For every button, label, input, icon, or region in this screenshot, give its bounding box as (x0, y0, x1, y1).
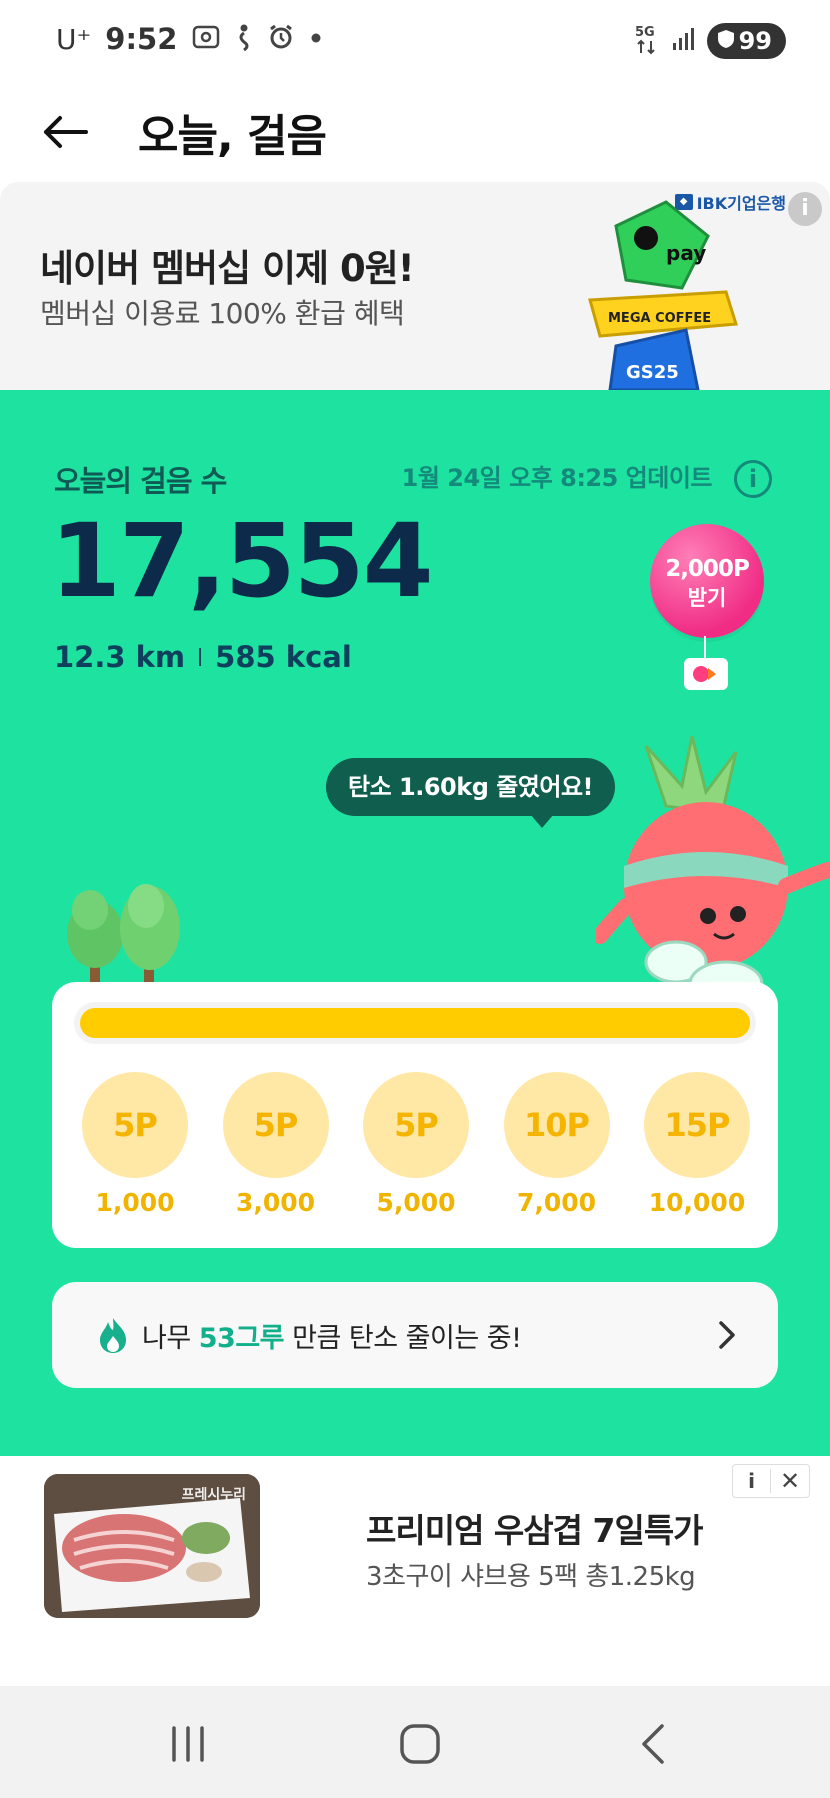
notification-dot-icon (309, 30, 323, 49)
milestone-steps: 7,000 (516, 1188, 597, 1217)
tree-text-suffix: 만큼 탄소 줄이는 중! (284, 1323, 522, 1354)
fire-icon (100, 1318, 126, 1353)
milestone-steps: 3,000 (235, 1188, 316, 1217)
svg-text:GS25: GS25 (626, 362, 679, 383)
chevron-right-icon (719, 1321, 735, 1349)
progress-card: 5P 1,000 5P 3,000 5P 5,000 10P 7,000 15P 10,000 (52, 982, 778, 1248)
battery-indicator: 99 (706, 23, 786, 59)
balloon-tag-icon (684, 658, 728, 690)
ad-thumb-label: 프레시누리 (181, 1487, 246, 1503)
milestone-points: 5P (363, 1072, 469, 1178)
info-icon[interactable]: i (734, 460, 772, 498)
milestone-item[interactable]: 10P 7,000 (498, 1072, 616, 1217)
svg-text:pay: pay (666, 241, 706, 265)
status-right: 5G 99 (633, 22, 786, 60)
back-button[interactable] (36, 102, 96, 162)
reward-action: 받기 (687, 586, 727, 610)
radish-character-illustration (596, 736, 830, 1008)
ad-close-button[interactable]: ✕ (771, 1467, 809, 1495)
tree-impact-row[interactable]: 나무 53그루 만큼 탄소 줄이는 중! (52, 1282, 778, 1388)
calories-value: 585 kcal (215, 640, 352, 674)
milestone-item[interactable]: 5P 5,000 (357, 1072, 475, 1217)
tree-count: 53그루 (198, 1323, 285, 1354)
milestone-points: 15P (644, 1072, 750, 1178)
page-title: 오늘, 걸음 (138, 111, 327, 162)
status-time: 9:52 (105, 22, 178, 56)
accessibility-icon (235, 23, 253, 55)
app-header: 오늘, 걸음 (0, 82, 830, 182)
ad-info-button[interactable]: i (733, 1469, 771, 1493)
steps-section: 오늘의 걸음 수 1월 24일 오후 8:25 업데이트 i 17,554 12… (0, 390, 830, 1456)
ad-title: 프리미엄 우삼겹 7일특가 (366, 1511, 704, 1550)
bubble-tail (530, 814, 554, 828)
signal-icon (671, 26, 697, 56)
ad-controls: i ✕ (732, 1464, 810, 1498)
ad-thumbnail: 프레시누리 (44, 1474, 260, 1618)
home-button[interactable] (390, 1716, 450, 1772)
milestone-item[interactable]: 5P 3,000 (217, 1072, 335, 1217)
distance-value: 12.3 km (54, 640, 186, 674)
carbon-message-bubble: 탄소 1.60kg 줄였어요! (326, 758, 615, 816)
battery-shield-icon (717, 27, 735, 55)
recent-apps-button[interactable] (158, 1716, 218, 1772)
chevron-left-icon (642, 1724, 664, 1764)
screenshot-icon (191, 24, 221, 54)
alarm-icon (267, 23, 295, 55)
carrier-label: U⁺ (56, 22, 92, 56)
milestone-steps: 1,000 (95, 1188, 175, 1217)
milestone-steps: 10,000 (648, 1188, 746, 1217)
ad-banner[interactable]: 프레시누리 프리미엄 우삼겹 7일특가 3초구이 샤브용 5팩 총1.25kg … (0, 1456, 830, 1686)
svg-text:5G: 5G (635, 25, 655, 40)
network-5g-icon: 5G (633, 22, 661, 60)
tree-text-prefix: 나무 (142, 1323, 199, 1354)
battery-level: 99 (738, 27, 772, 55)
milestone-points: 5P (82, 1072, 188, 1178)
milestone-item[interactable]: 15P 10,000 (638, 1072, 756, 1217)
status-bar: U⁺ 9:52 5G 99 (0, 0, 830, 82)
progress-track (74, 1002, 756, 1044)
promo-banner[interactable]: 네이버 멤버십 이제 0원! 멤버십 이용료 100% 환급 혜택 ◆ IBK기… (0, 182, 830, 390)
banner-title: 네이버 멤버십 이제 0원! (40, 247, 415, 290)
reward-amount: 2,000P (665, 556, 750, 582)
recent-apps-icon (172, 1726, 204, 1762)
ad-subtitle: 3초구이 샤브용 5팩 총1.25kg (366, 1562, 696, 1592)
progress-fill (80, 1008, 750, 1038)
milestone-points: 5P (222, 1072, 329, 1178)
status-left: U⁺ 9:52 (56, 22, 323, 56)
milestones-list: 5P 1,000 5P 3,000 5P 5,000 10P 7,000 15P 10,000 (76, 1072, 756, 1217)
trees-illustration (67, 884, 180, 990)
reward-balloon-button[interactable]: 2,000P 받기 (650, 524, 764, 638)
steps-count: 17,554 (50, 502, 434, 621)
arrow-left-icon (44, 116, 88, 148)
banner-info-button[interactable]: i (788, 192, 822, 226)
banner-subtitle: 멤버십 이용료 100% 환급 혜택 (40, 297, 405, 330)
meta-divider (199, 648, 202, 666)
banner-coupon-art: pay MEGA COFFEE GS25 (588, 200, 738, 390)
system-nav-bar (0, 1686, 830, 1798)
update-timestamp: 1월 24일 오후 8:25 업데이트 (401, 464, 713, 492)
page: U⁺ 9:52 5G 99 오늘, 걸음 네이버 멤버십 이제 0원! 멤버십 … (0, 0, 830, 1798)
steps-meta: 12.3 km 585 kcal (54, 640, 352, 674)
milestone-item[interactable]: 5P 1,000 (76, 1072, 194, 1217)
milestone-steps: 5,000 (376, 1188, 456, 1217)
svg-text:MEGA COFFEE: MEGA COFFEE (608, 311, 711, 326)
system-back-button[interactable] (624, 1716, 684, 1772)
home-icon (400, 1724, 440, 1764)
tree-impact-text: 나무 53그루 만큼 탄소 줄이는 중! (142, 1316, 522, 1355)
milestone-points: 10P (503, 1072, 610, 1178)
steps-label: 오늘의 걸음 수 (54, 464, 227, 498)
